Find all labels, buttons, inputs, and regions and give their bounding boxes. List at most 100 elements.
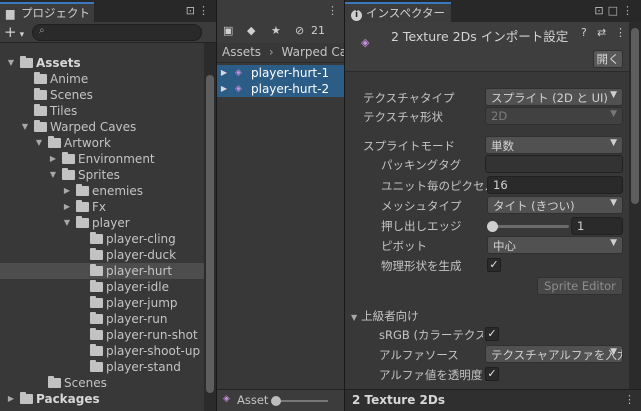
maximize-icon[interactable]: □ — [608, 4, 622, 17]
hidden-icon[interactable]: ⊘ — [295, 24, 304, 37]
project-tab-buttons[interactable]: ⊡⋮ — [186, 4, 212, 17]
breadcrumb: Assets › Warped Cav — [217, 43, 344, 63]
folder-icon — [76, 184, 89, 196]
extrude-field[interactable]: 1 — [571, 217, 623, 235]
tree-item-label: player-stand — [106, 360, 181, 374]
collapsed-arrow-icon[interactable]: ▶ — [6, 391, 16, 407]
settings-icon[interactable]: ⇄ — [597, 26, 606, 39]
srgb-checkbox[interactable]: ✓ — [485, 327, 499, 341]
expand-arrow-icon[interactable]: ▶ — [219, 65, 229, 81]
footer-menu-icon[interactable]: ⋮ — [624, 393, 635, 406]
tree-item-label: Anime — [50, 72, 89, 86]
tree-item[interactable]: player-cling — [0, 231, 204, 247]
list-item[interactable]: ▶ ◈ player-hurt-2 — [217, 81, 344, 97]
search-field[interactable]: ⌕ — [32, 24, 202, 41]
tree-item[interactable]: ▼ Assets — [0, 55, 204, 71]
inspector-scrollbar[interactable] — [629, 22, 641, 389]
expanded-arrow-icon[interactable]: ▼ — [48, 167, 58, 183]
tree-item[interactable]: ▶ enemies — [0, 183, 204, 199]
lock-icon[interactable]: ⊡ — [594, 4, 607, 17]
tree-item[interactable]: ▼ Artwork — [0, 135, 204, 151]
search-input[interactable] — [53, 26, 193, 39]
sprite-editor-button[interactable]: Sprite Editor — [537, 277, 623, 295]
tree-item[interactable]: Scenes — [0, 375, 204, 391]
open-button[interactable]: 開く — [593, 50, 623, 68]
tree-item-label: Sprites — [78, 168, 120, 182]
tree-item[interactable]: player-hurt — [0, 263, 204, 279]
breadcrumb-item[interactable]: Warped Cav — [282, 45, 344, 59]
folder-icon — [48, 136, 61, 148]
expanded-arrow-icon[interactable]: ▼ — [20, 119, 30, 135]
tree-item[interactable]: ▼ Sprites — [0, 167, 204, 183]
folder-icon: ▆ — [6, 7, 15, 20]
packing-tag-field — [485, 155, 623, 173]
srgb-label: sRGB (カラーテクスチャ) — [379, 328, 483, 342]
collapsed-arrow-icon[interactable]: ▶ — [62, 199, 72, 215]
inspector-scroll-thumb[interactable] — [631, 28, 639, 204]
more-icon[interactable]: ⋮ — [615, 26, 626, 39]
tree-item[interactable]: player-run — [0, 311, 204, 327]
folder-icon — [62, 168, 75, 180]
tree-item[interactable]: Scenes — [0, 87, 204, 103]
tree-item[interactable]: player-run-shot — [0, 327, 204, 343]
panel-menu-icon[interactable]: ⋮ — [327, 4, 338, 17]
tree-item-label: Tiles — [50, 104, 78, 118]
scene-icon[interactable]: ▣ — [223, 24, 233, 37]
lock-icon[interactable]: ⊡ — [186, 4, 198, 17]
tree-item[interactable]: ▶ Packages — [0, 391, 204, 407]
tree-item-label: Warped Caves — [50, 120, 137, 134]
folder-icon — [62, 152, 75, 164]
tree-item[interactable]: player-idle — [0, 279, 204, 295]
inspector-tab-buttons[interactable]: ⊡□⋮ — [594, 4, 637, 17]
zoom-slider[interactable] — [271, 396, 328, 406]
folder-icon — [76, 216, 89, 228]
inspector-tab[interactable]: i インスペクター — [345, 2, 451, 22]
extrude-slider-handle[interactable] — [487, 221, 498, 232]
menu-icon[interactable]: ⋮ — [622, 4, 637, 17]
add-button[interactable]: + ▾ — [4, 23, 24, 44]
physics-shape-checkbox[interactable]: ✓ — [487, 258, 501, 272]
list-item[interactable]: ▶ ◈ player-hurt-1 — [217, 65, 344, 81]
pivot-label: ピボット — [381, 239, 427, 253]
tree-item[interactable]: player-shoot-up — [0, 343, 204, 359]
collapsed-arrow-icon[interactable]: ▶ — [62, 183, 72, 199]
expanded-arrow-icon[interactable]: ▼ — [34, 135, 44, 151]
extrude-slider[interactable] — [487, 221, 569, 232]
zoom-slider-handle[interactable] — [271, 396, 281, 406]
project-panel: ▆ プロジェクト ⊡⋮ + ▾ ⌕ ▼ Assets Anime Scenes Tiles ▼… — [0, 0, 216, 411]
tree-item[interactable]: ▶ Fx — [0, 199, 204, 215]
folder-icon — [90, 248, 103, 260]
expanded-arrow-icon[interactable]: ▼ — [6, 55, 16, 71]
dropdown-caret-icon: ▼ — [610, 90, 617, 100]
menu-icon[interactable]: ⋮ — [198, 4, 212, 17]
help-icon[interactable]: ? — [581, 26, 587, 39]
favorite-icon[interactable]: ★ — [271, 24, 281, 37]
tag-icon[interactable]: ◆ — [247, 24, 255, 37]
tree-item[interactable]: player-jump — [0, 295, 204, 311]
expand-arrow-icon[interactable]: ▶ — [219, 81, 229, 97]
ppu-field[interactable]: 16 — [487, 176, 623, 194]
folder-icon — [20, 392, 33, 404]
sprite-mode-dropdown[interactable]: 単数 ▼ — [485, 136, 623, 154]
tree-item[interactable]: player-duck — [0, 247, 204, 263]
folder-icon — [34, 72, 47, 84]
tree-item[interactable]: ▶ Environment — [0, 151, 204, 167]
mesh-type-dropdown[interactable]: タイト (きつい) ▼ — [487, 196, 623, 214]
tree-item[interactable]: player-stand — [0, 359, 204, 375]
tree-item[interactable]: Tiles — [0, 103, 204, 119]
expanded-arrow-icon[interactable]: ▼ — [62, 215, 72, 231]
tree-item[interactable]: ▼ player — [0, 215, 204, 231]
alpha-source-dropdown[interactable]: テクスチャアルファを入力 ▼ — [485, 345, 623, 363]
project-scroll-thumb[interactable] — [206, 75, 214, 393]
texture-type-dropdown[interactable]: スプライト (2D と UI) ▼ — [485, 88, 623, 106]
pivot-dropdown[interactable]: 中心 ▼ — [487, 236, 623, 254]
tree-item[interactable]: Anime — [0, 71, 204, 87]
add-icon: + — [4, 23, 17, 41]
project-tab[interactable]: ▆ プロジェクト — [0, 2, 94, 22]
alpha-transparency-checkbox[interactable]: ✓ — [485, 367, 499, 381]
collapsed-arrow-icon[interactable]: ▶ — [48, 151, 58, 167]
tree-item[interactable]: ▼ Warped Caves — [0, 119, 204, 135]
breadcrumb-item[interactable]: Assets — [222, 45, 261, 59]
advanced-foldout[interactable]: ▼ 上級者向け — [351, 308, 419, 324]
project-scrollbar[interactable] — [204, 43, 216, 411]
